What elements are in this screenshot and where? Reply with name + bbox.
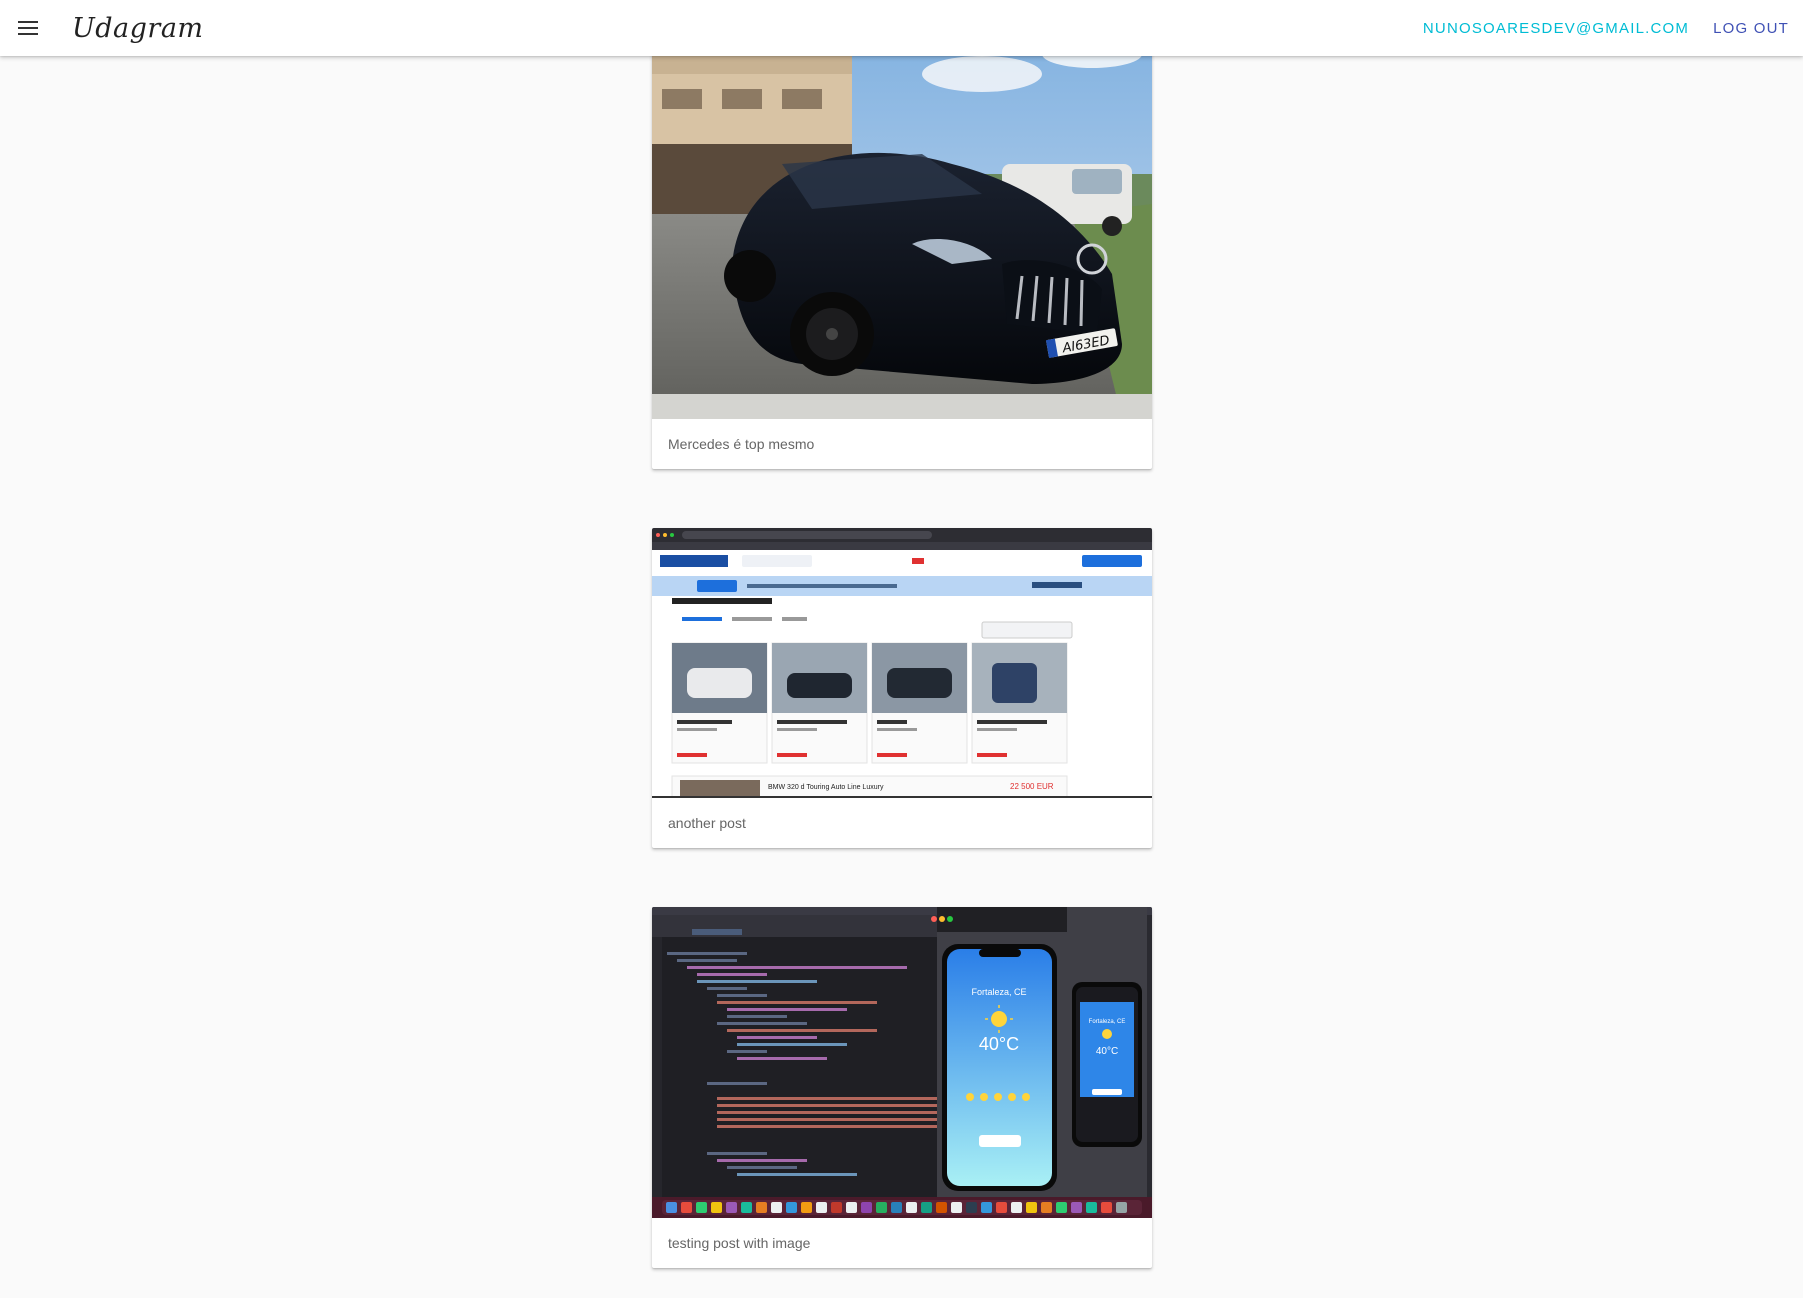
weather-temp: 40°C [979, 1034, 1019, 1054]
post-image-mercedes: AI63ED [652, 14, 1152, 419]
listing-price: 22 500 EUR [1010, 782, 1054, 791]
post-card: AI63ED Mercedes é top mesmo [652, 14, 1152, 469]
post-caption: Mercedes é top mesmo [668, 436, 815, 452]
post-image-xcode: Fortaleza, CE 40°C Fortaleza, CE 40°C [652, 907, 1152, 1218]
top-toolbar: Udagram NUNOSOARESDEV@GMAIL.COM LOG OUT [0, 0, 1803, 56]
post-card: BMW 320 d Touring Auto Line Luxury 22 50… [652, 528, 1152, 848]
weather-city-small: Fortaleza, CE [1089, 1019, 1126, 1025]
listing-title: BMW 320 d Touring Auto Line Luxury [768, 784, 884, 791]
post-caption: another post [668, 815, 746, 831]
post-feed: AI63ED Mercedes é top mesmo BMW 320 d To… [0, 0, 1803, 1298]
post-caption: testing post with image [668, 1235, 811, 1251]
user-email-link[interactable]: NUNOSOARESDEV@GMAIL.COM [1413, 20, 1699, 37]
weather-city: Fortaleza, CE [971, 987, 1026, 997]
hamburger-menu-icon [18, 21, 38, 35]
weather-temp-small: 40°C [1096, 1046, 1118, 1057]
app-title[interactable]: Udagram [72, 13, 204, 44]
logout-button[interactable]: LOG OUT [1703, 20, 1799, 37]
post-image-car-listing: BMW 320 d Touring Auto Line Luxury 22 50… [652, 528, 1152, 798]
post-card: Fortaleza, CE 40°C Fortaleza, CE 40°C te… [652, 907, 1152, 1268]
menu-button[interactable] [0, 0, 56, 56]
